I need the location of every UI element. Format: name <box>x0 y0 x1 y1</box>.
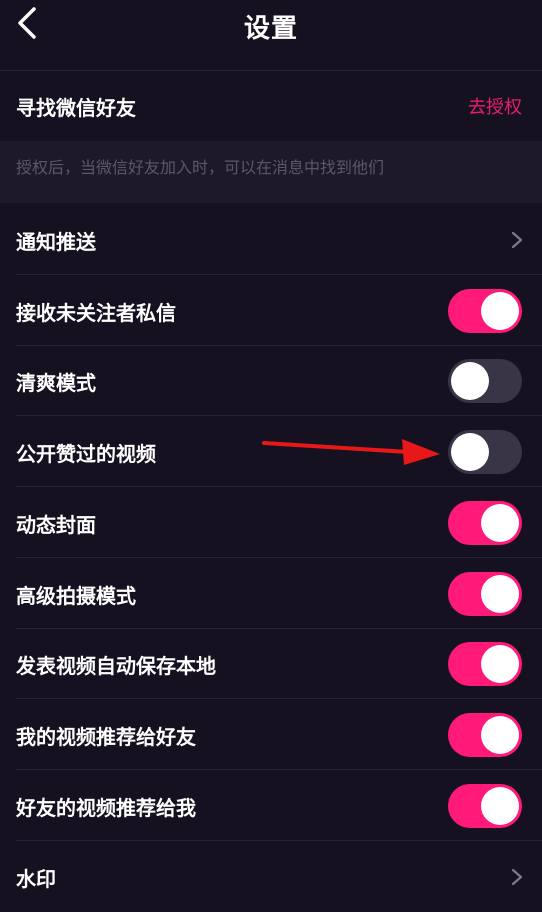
hq-shoot-toggle[interactable] <box>448 572 522 616</box>
hq-shoot-row: 高级拍摄模式 <box>0 559 542 629</box>
toggle-knob <box>451 433 489 471</box>
toggle-knob <box>481 292 519 330</box>
unfollowed-dm-label: 接收未关注者私信 <box>16 300 176 325</box>
recommend-friends-row: 好友的视频推荐给我 <box>0 771 542 841</box>
divider <box>16 840 542 841</box>
dynamic-cover-toggle[interactable] <box>448 501 522 545</box>
auto-save-label: 发表视频自动保存本地 <box>16 653 216 678</box>
lite-mode-label: 清爽模式 <box>16 370 96 395</box>
recommend-my-row: 我的视频推荐给好友 <box>0 700 542 770</box>
hq-shoot-label: 高级拍摄模式 <box>16 583 136 608</box>
toggle-knob <box>481 787 519 825</box>
toggle-knob <box>481 645 519 683</box>
toggle-knob <box>481 504 519 542</box>
unfollowed-dm-row: 接收未关注者私信 <box>0 276 542 346</box>
divider <box>16 769 542 770</box>
chevron-right-icon <box>511 868 523 886</box>
lite-mode-row: 清爽模式 <box>0 346 542 416</box>
divider <box>16 274 542 275</box>
dynamic-cover-label: 动态封面 <box>16 512 96 537</box>
wechat-hint-panel: 授权后，当微信好友加入时，可以在消息中找到他们 <box>0 141 542 203</box>
public-likes-label: 公开赞过的视频 <box>16 441 156 466</box>
divider <box>16 557 542 558</box>
find-wechat-friends-label: 寻找微信好友 <box>16 95 136 120</box>
lite-mode-toggle[interactable] <box>448 359 522 403</box>
public-likes-toggle[interactable] <box>448 430 522 474</box>
divider <box>16 415 542 416</box>
page-title: 设置 <box>243 14 298 44</box>
watermark-row[interactable]: 水印 <box>0 842 542 912</box>
toggle-knob <box>481 716 519 754</box>
notify-row[interactable]: 通知推送 <box>0 205 542 275</box>
recommend-friends-toggle[interactable] <box>448 784 522 828</box>
recommend-my-label: 我的视频推荐给好友 <box>16 724 196 749</box>
recommend-my-toggle[interactable] <box>448 713 522 757</box>
watermark-label: 水印 <box>16 866 56 891</box>
authorize-link[interactable]: 去授权 <box>468 93 522 119</box>
red-arrow-annotation <box>262 439 440 465</box>
toggle-knob <box>481 575 519 613</box>
chevron-right-icon <box>511 231 523 249</box>
toggle-knob <box>451 362 489 400</box>
find-wechat-friends-row[interactable]: 寻找微信好友 去授权 <box>0 71 542 141</box>
auto-save-row: 发表视频自动保存本地 <box>0 629 542 699</box>
notify-label: 通知推送 <box>16 229 96 254</box>
wechat-hint-text: 授权后，当微信好友加入时，可以在消息中找到他们 <box>16 158 385 177</box>
auto-save-toggle[interactable] <box>448 642 522 686</box>
dynamic-cover-row: 动态封面 <box>0 488 542 558</box>
recommend-friends-label: 好友的视频推荐给我 <box>16 795 196 820</box>
unfollowed-dm-toggle[interactable] <box>448 289 522 333</box>
nav-bar: 设置 <box>0 0 542 70</box>
divider <box>16 698 542 699</box>
divider <box>16 486 542 487</box>
